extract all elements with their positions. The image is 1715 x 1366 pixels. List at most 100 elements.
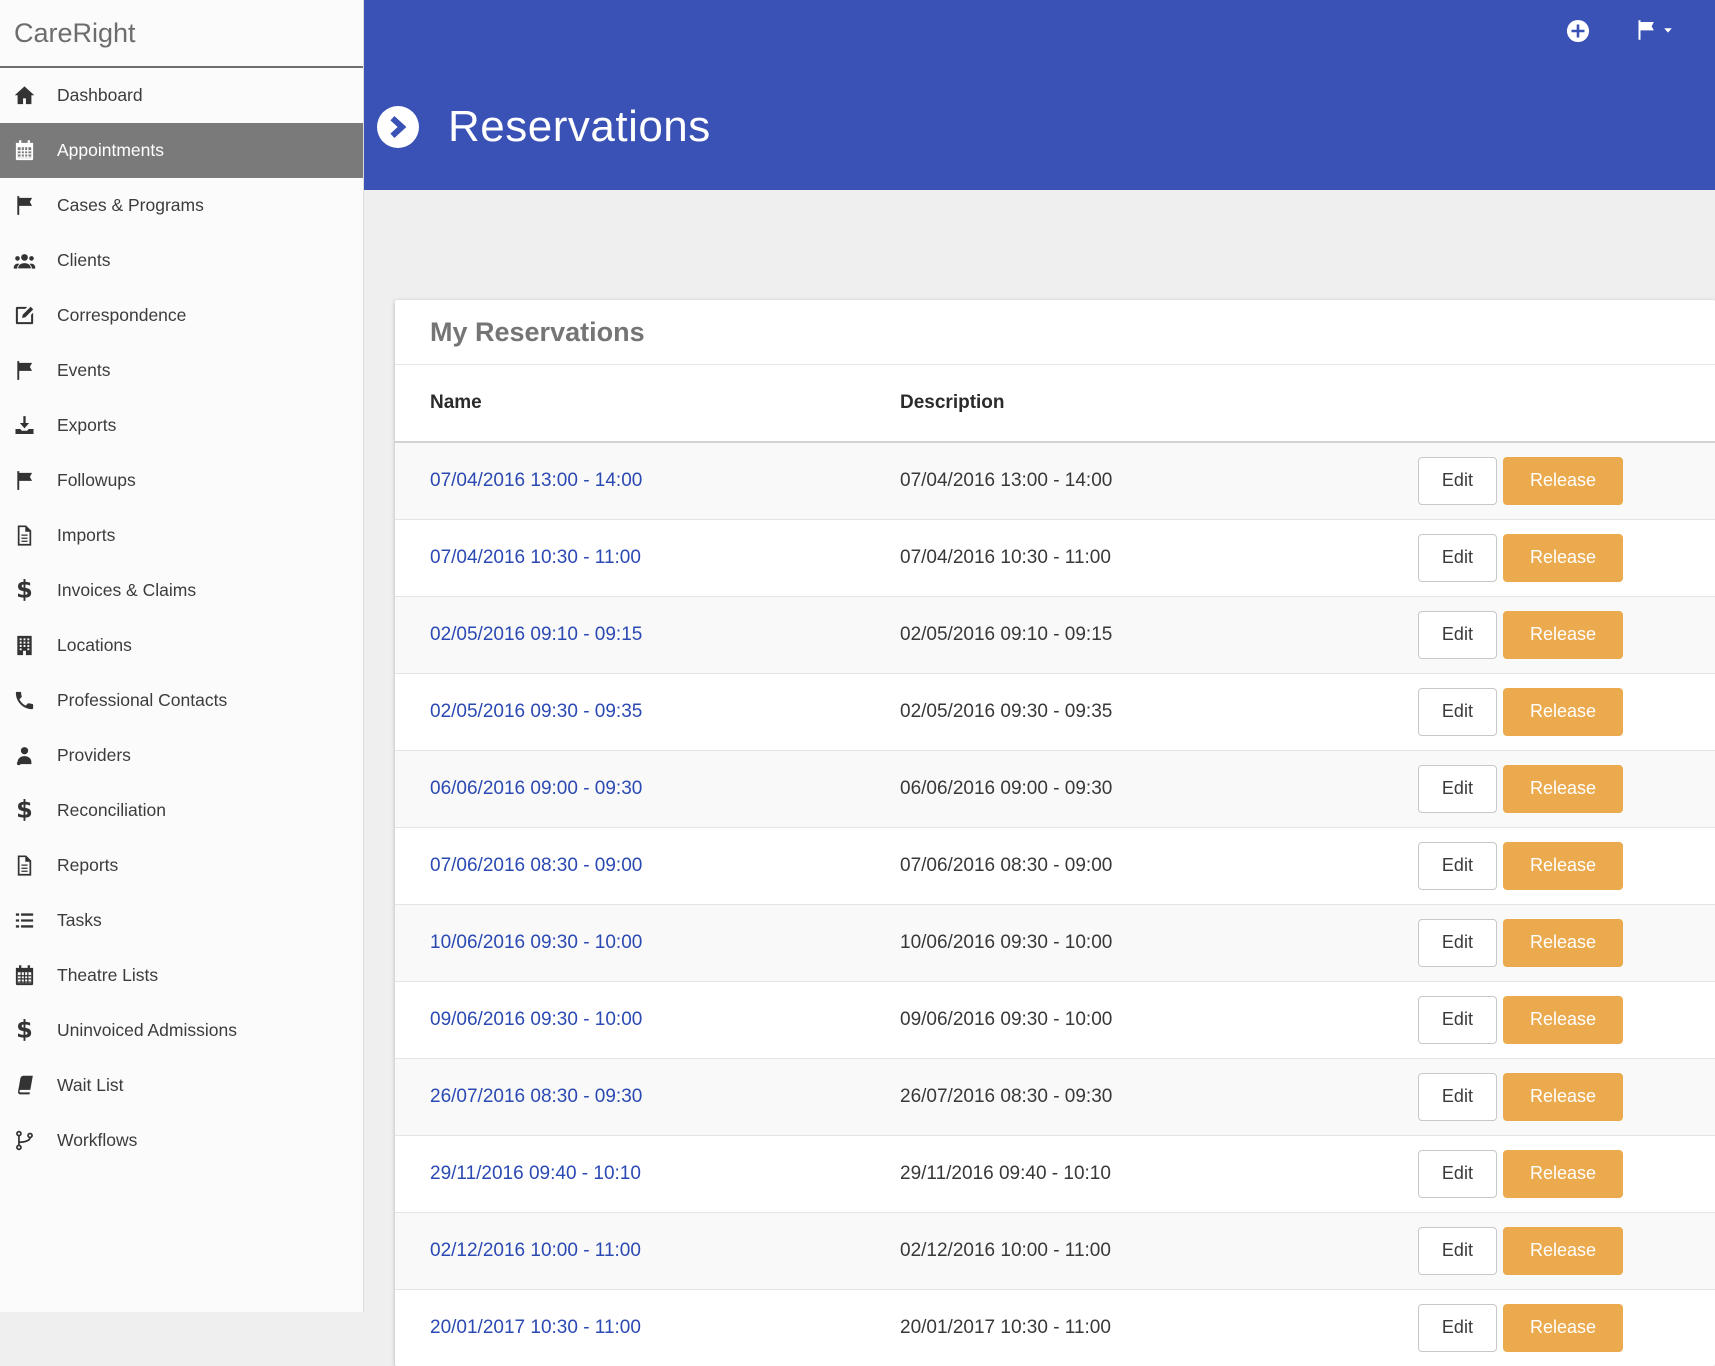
home-icon	[13, 84, 36, 107]
sidebar-item-cases-programs[interactable]: Cases & Programs	[0, 178, 363, 233]
sidebar-item-tasks[interactable]: Tasks	[0, 893, 363, 948]
sidebar-item-wait-list[interactable]: Wait List	[0, 1058, 363, 1113]
sidebar-item-label: Uninvoiced Admissions	[57, 1020, 237, 1040]
row-actions: Edit Release	[1417, 919, 1715, 967]
edit-button[interactable]: Edit	[1417, 1227, 1497, 1275]
sidebar-item-followups[interactable]: Followups	[0, 453, 363, 508]
sidebar-item-label: Tasks	[57, 910, 102, 930]
sidebar-item-appointments[interactable]: Appointments	[0, 123, 363, 178]
sidebar-item-professional-contacts[interactable]: Professional Contacts	[0, 673, 363, 728]
reservation-link[interactable]: 10/06/2016 09:30 - 10:00	[430, 932, 642, 953]
edit-button[interactable]: Edit	[1417, 842, 1497, 890]
reservation-link[interactable]: 02/05/2016 09:30 - 09:35	[430, 701, 642, 722]
reservation-description: 07/04/2016 10:30 - 11:00	[900, 547, 1111, 568]
release-button[interactable]: Release	[1502, 996, 1623, 1044]
flag-icon	[13, 469, 36, 492]
release-button[interactable]: Release	[1502, 842, 1623, 890]
sidebar-item-workflows[interactable]: Workflows	[0, 1113, 363, 1168]
reservation-description: 10/06/2016 09:30 - 10:00	[900, 932, 1113, 953]
reservation-link[interactable]: 29/11/2016 09:40 - 10:10	[430, 1163, 641, 1184]
row-actions: Edit Release	[1417, 765, 1715, 813]
plus-circle-icon	[1565, 18, 1591, 44]
reservation-description: 02/12/2016 10:00 - 11:00	[900, 1240, 1111, 1261]
edit-button[interactable]: Edit	[1417, 534, 1497, 582]
sidebar-item-theatre-lists[interactable]: Theatre Lists	[0, 948, 363, 1003]
sidebar-item-dashboard[interactable]: Dashboard	[0, 68, 363, 123]
edit-button[interactable]: Edit	[1417, 1304, 1497, 1352]
edit-button[interactable]: Edit	[1417, 765, 1497, 813]
release-button[interactable]: Release	[1502, 688, 1623, 736]
book-icon	[13, 1074, 36, 1097]
my-reservations-card: My Reservations Name Description 07/04/2…	[395, 300, 1715, 1366]
download-icon	[13, 414, 36, 437]
app-bar: Reservations	[364, 0, 1715, 190]
release-button[interactable]: Release	[1502, 765, 1623, 813]
release-button[interactable]: Release	[1502, 1227, 1623, 1275]
flag-icon	[13, 194, 36, 217]
edit-button[interactable]: Edit	[1417, 996, 1497, 1044]
reservations-table-body: 07/04/2016 13:00 - 14:00 07/04/2016 13:0…	[395, 443, 1715, 1366]
table-row: 09/06/2016 09:30 - 10:00 09/06/2016 09:3…	[395, 981, 1715, 1058]
sidebar-item-reports[interactable]: Reports	[0, 838, 363, 893]
release-button[interactable]: Release	[1502, 1150, 1623, 1198]
row-actions: Edit Release	[1417, 842, 1715, 890]
sidebar-item-label: Wait List	[57, 1075, 124, 1095]
sidebar-item-label: Appointments	[57, 140, 165, 160]
flag-icon	[1634, 18, 1658, 42]
reservation-link[interactable]: 07/04/2016 13:00 - 14:00	[430, 470, 642, 491]
sidebar-item-label: Invoices & Claims	[57, 580, 197, 600]
sidebar-item-label: Locations	[57, 635, 132, 655]
sidebar-item-label: Reports	[57, 855, 119, 875]
reservation-description: 07/06/2016 08:30 - 09:00	[900, 855, 1113, 876]
building-icon	[13, 634, 36, 657]
edit-button[interactable]: Edit	[1417, 688, 1497, 736]
reservation-link[interactable]: 20/01/2017 10:30 - 11:00	[430, 1317, 641, 1338]
column-header-name: Name	[430, 392, 482, 413]
pencil-square-icon	[13, 304, 36, 327]
reservation-link[interactable]: 07/06/2016 08:30 - 09:00	[430, 855, 642, 876]
sidebar-item-imports[interactable]: Imports	[0, 508, 363, 563]
reservation-link[interactable]: 02/05/2016 09:10 - 09:15	[430, 624, 642, 645]
edit-button[interactable]: Edit	[1417, 1073, 1497, 1121]
dollar-icon	[13, 579, 36, 602]
row-actions: Edit Release	[1417, 534, 1715, 582]
sidebar-item-correspondence[interactable]: Correspondence	[0, 288, 363, 343]
reservation-link[interactable]: 09/06/2016 09:30 - 10:00	[430, 1009, 642, 1030]
sidebar-item-exports[interactable]: Exports	[0, 398, 363, 453]
release-button[interactable]: Release	[1502, 457, 1623, 505]
reservation-link[interactable]: 02/12/2016 10:00 - 11:00	[430, 1240, 641, 1261]
reservation-link[interactable]: 07/04/2016 10:30 - 11:00	[430, 547, 641, 568]
release-button[interactable]: Release	[1502, 1304, 1623, 1352]
release-button[interactable]: Release	[1502, 919, 1623, 967]
sidebar-item-label: Cases & Programs	[57, 195, 204, 215]
sidebar-item-uninvoiced-admissions[interactable]: Uninvoiced Admissions	[0, 1003, 363, 1058]
add-button[interactable]	[1565, 18, 1591, 44]
edit-button[interactable]: Edit	[1417, 919, 1497, 967]
release-button[interactable]: Release	[1502, 534, 1623, 582]
flag-menu-button[interactable]	[1634, 18, 1675, 42]
sidebar-item-invoices-claims[interactable]: Invoices & Claims	[0, 563, 363, 618]
reservation-description: 20/01/2017 10:30 - 11:00	[900, 1317, 1111, 1338]
edit-button[interactable]: Edit	[1417, 457, 1497, 505]
sidebar-item-label: Dashboard	[57, 85, 143, 105]
flag-icon	[13, 359, 36, 382]
edit-button[interactable]: Edit	[1417, 1150, 1497, 1198]
reservation-description: 07/04/2016 13:00 - 14:00	[900, 470, 1113, 491]
page-title: Reservations	[448, 102, 711, 151]
table-row: 29/11/2016 09:40 - 10:10 29/11/2016 09:4…	[395, 1135, 1715, 1212]
sidebar-item-label: Events	[57, 360, 111, 380]
sidebar-item-reconciliation[interactable]: Reconciliation	[0, 783, 363, 838]
sidebar-item-label: Clients	[57, 250, 111, 270]
sidebar-item-providers[interactable]: Providers	[0, 728, 363, 783]
sidebar-item-events[interactable]: Events	[0, 343, 363, 398]
reservation-link[interactable]: 26/07/2016 08:30 - 09:30	[430, 1086, 642, 1107]
release-button[interactable]: Release	[1502, 1073, 1623, 1121]
page-title-row: Reservations	[374, 102, 711, 152]
release-button[interactable]: Release	[1502, 611, 1623, 659]
sidebar-item-locations[interactable]: Locations	[0, 618, 363, 673]
reservation-link[interactable]: 06/06/2016 09:00 - 09:30	[430, 778, 642, 799]
sidebar-item-clients[interactable]: Clients	[0, 233, 363, 288]
sidebar-item-label: Imports	[57, 525, 116, 545]
calendar-icon	[13, 139, 36, 162]
edit-button[interactable]: Edit	[1417, 611, 1497, 659]
